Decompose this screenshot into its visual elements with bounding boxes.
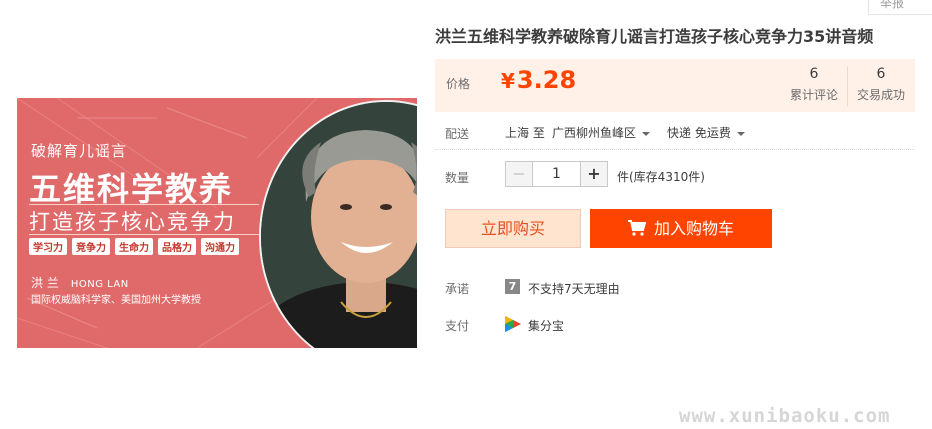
ship-to-select[interactable]: 广西柳州鱼峰区: [552, 124, 651, 141]
banner-author-desc: 国际权威脑科学家、美国加州大学教授: [31, 295, 201, 306]
banner-author-cn: 洪 兰: [31, 276, 59, 290]
quantity-stepper: − 1 +: [505, 161, 608, 187]
quantity-label: 数量: [445, 171, 470, 185]
add-to-cart-label: 加入购物车: [653, 219, 734, 238]
banner-tags: 学习力 竞争力 生命力 品格力 沟通力: [29, 238, 239, 255]
payment-label: 支付: [445, 319, 470, 333]
banner-tag: 品格力: [158, 238, 196, 255]
banner-tag: 学习力: [29, 238, 67, 255]
banner-subtitle: 破解育儿谣言: [31, 142, 128, 160]
add-to-cart-button[interactable]: 加入购物车: [590, 209, 772, 248]
stock-info: 件(库存4310件): [617, 170, 705, 184]
report-link[interactable]: 举报: [880, 0, 904, 11]
promise-label: 承诺: [445, 282, 470, 296]
product-image[interactable]: 破解育儿谣言 五维科学教养 打造孩子核心竞争力 学习力 竞争力 生命力 品格力 …: [17, 98, 417, 348]
reviews-stat[interactable]: 6 累计评论: [781, 66, 847, 103]
cart-icon: [627, 220, 646, 236]
ship-from: 上海 至: [505, 126, 545, 140]
sales-count: 6: [876, 66, 886, 82]
banner-tag: 竞争力: [72, 238, 110, 255]
reviews-label: 累计评论: [789, 88, 838, 102]
banner-divider: [29, 204, 259, 205]
increase-button[interactable]: +: [580, 162, 607, 186]
promise-text: 不支持7天无理由: [528, 282, 620, 296]
chevron-down-icon: [642, 131, 651, 136]
chevron-down-icon: [736, 131, 745, 136]
price-label: 价格: [446, 77, 471, 91]
decrease-button[interactable]: −: [506, 162, 533, 186]
payment-text: 集分宝: [528, 319, 565, 333]
sales-stat: 6 交易成功: [847, 66, 914, 106]
quantity-input[interactable]: 1: [533, 162, 580, 186]
buy-now-button[interactable]: 立即购买: [445, 209, 581, 248]
no-return-icon: 7: [505, 279, 520, 294]
price-value: ¥3.28: [501, 66, 576, 94]
product-title: 洪兰五维科学教养破除育儿谣言打造孩子核心竞争力35讲音频: [435, 27, 874, 46]
currency-symbol: ¥: [501, 69, 515, 93]
banner-author-en: HONG LAN: [70, 279, 129, 290]
ship-to-text: 广西柳州鱼峰区: [552, 126, 637, 140]
jifenbao-icon: [505, 316, 521, 332]
ship-method-select[interactable]: 快递 免运费: [667, 124, 745, 141]
divider: [435, 149, 915, 150]
price-amount: 3.28: [516, 66, 577, 94]
banner-slogan: 打造孩子核心竞争力: [29, 210, 236, 234]
banner-tag: 生命力: [115, 238, 153, 255]
price-box: 价格 ¥3.28 6 累计评论 6 交易成功: [435, 59, 915, 112]
ship-method-text: 快递 免运费: [667, 126, 731, 140]
banner-author: 洪 兰 HONG LAN: [31, 274, 129, 291]
banner-divider: [29, 234, 259, 235]
reviews-count: 6: [809, 66, 819, 82]
report-link-container: 举报: [868, 0, 932, 15]
sales-label: 交易成功: [856, 88, 905, 102]
banner-tag: 沟通力: [201, 238, 239, 255]
shipping-label: 配送: [445, 127, 470, 141]
watermark: www.xunibaoku.com: [679, 405, 891, 427]
